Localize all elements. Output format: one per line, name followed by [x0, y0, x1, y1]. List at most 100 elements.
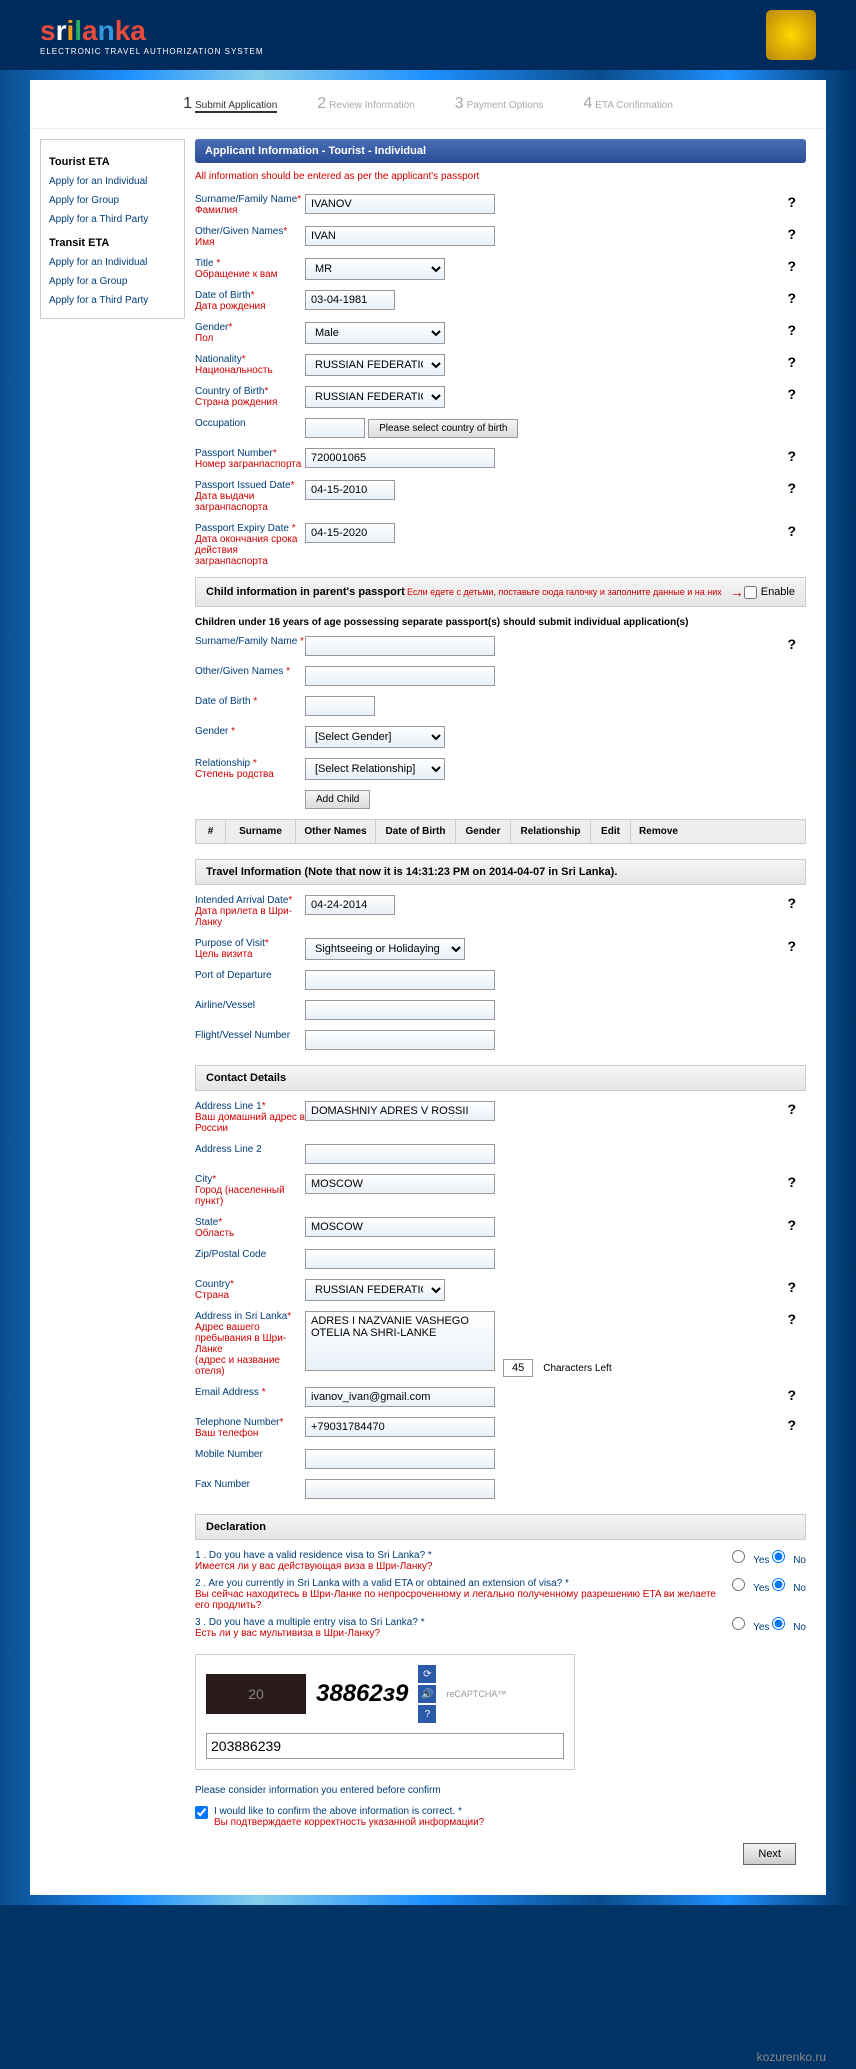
nationality-select[interactable]: RUSSIAN FEDERATION (F	[305, 354, 445, 376]
help-icon[interactable]: ?	[787, 1387, 796, 1403]
captcha-audio-icon[interactable]: 🔊	[418, 1685, 436, 1703]
help-icon[interactable]: ?	[787, 895, 796, 911]
help-icon[interactable]: ?	[787, 448, 796, 464]
captcha-brand: reCAPTCHA™	[446, 1689, 506, 1699]
enable-checkbox[interactable]	[744, 586, 757, 599]
contact-header: Contact Details	[195, 1065, 806, 1091]
confirm-note: Please consider information you entered …	[195, 1785, 806, 1796]
emblem-icon	[766, 10, 816, 60]
flight-input[interactable]	[305, 1030, 495, 1050]
expiry-input[interactable]	[305, 523, 395, 543]
q3-yes-radio[interactable]	[732, 1617, 745, 1630]
fax-input[interactable]	[305, 1479, 495, 1499]
step-1: 1Submit Application	[183, 95, 277, 113]
decl-q1: 1 . Do you have a valid residence visa t…	[195, 1550, 806, 1572]
child-dob-input[interactable]	[305, 696, 375, 716]
sidebar-link[interactable]: Apply for a Group	[49, 272, 176, 291]
confirm-checkbox[interactable]	[195, 1806, 208, 1819]
help-icon[interactable]: ?	[787, 258, 796, 274]
captcha-text: 38862з9	[316, 1680, 408, 1708]
help-icon[interactable]: ?	[787, 194, 796, 210]
child-given-input[interactable]	[305, 666, 495, 686]
dob-input[interactable]	[305, 290, 395, 310]
help-icon[interactable]: ?	[787, 1311, 796, 1327]
sidebar-heading-transit: Transit ETA	[49, 237, 176, 249]
airline-input[interactable]	[305, 1000, 495, 1020]
travel-header: Travel Information (Note that now it is …	[195, 859, 806, 885]
section-header: Applicant Information - Tourist - Indivi…	[195, 139, 806, 163]
help-icon[interactable]: ?	[787, 1174, 796, 1190]
sidebar-link[interactable]: Apply for a Third Party	[49, 210, 176, 229]
q1-yes-radio[interactable]	[732, 1550, 745, 1563]
phone-input[interactable]	[305, 1417, 495, 1437]
given-input[interactable]	[305, 226, 495, 246]
decl-q3: 3 . Do you have a multiple entry visa to…	[195, 1617, 806, 1639]
captcha-help-icon[interactable]: ?	[418, 1705, 436, 1723]
state-input[interactable]	[305, 1217, 495, 1237]
help-icon[interactable]: ?	[787, 290, 796, 306]
arrival-input[interactable]	[305, 895, 395, 915]
zip-input[interactable]	[305, 1249, 495, 1269]
addr1-input[interactable]	[305, 1101, 495, 1121]
occupation-input[interactable]	[305, 418, 365, 438]
city-input[interactable]	[305, 1174, 495, 1194]
child-rel-select[interactable]: [Select Relationship]	[305, 758, 445, 780]
title-select[interactable]: MR	[305, 258, 445, 280]
sidebar-link[interactable]: Apply for a Third Party	[49, 291, 176, 310]
help-icon[interactable]: ?	[787, 523, 796, 539]
addr2-input[interactable]	[305, 1144, 495, 1164]
help-icon[interactable]: ?	[787, 226, 796, 242]
decl-q2: 2 . Are you currently in Sri Lanka with …	[195, 1578, 806, 1611]
sladdr-textarea[interactable]: ADRES I NAZVANIE VASHEGO OTELIA NA SHRI-…	[305, 1311, 495, 1371]
select-country-button[interactable]: Please select country of birth	[368, 419, 518, 438]
gender-select[interactable]: Male	[305, 322, 445, 344]
passport-notice: All information should be entered as per…	[195, 171, 806, 182]
help-icon[interactable]: ?	[787, 1279, 796, 1295]
port-input[interactable]	[305, 970, 495, 990]
help-icon[interactable]: ?	[787, 1101, 796, 1117]
purpose-select[interactable]: Sightseeing or Holidaying	[305, 938, 465, 960]
declaration-header: Declaration	[195, 1514, 806, 1540]
help-icon[interactable]: ?	[787, 938, 796, 954]
top-bar: srilanka ELECTRONIC TRAVEL AUTHORIZATION…	[0, 0, 856, 70]
captcha-refresh-icon[interactable]: ⟳	[418, 1665, 436, 1683]
email-input[interactable]	[305, 1387, 495, 1407]
surname-input[interactable]	[305, 194, 495, 214]
next-button[interactable]: Next	[743, 1843, 796, 1865]
q1-no-radio[interactable]	[772, 1550, 785, 1563]
help-icon[interactable]: ?	[787, 636, 796, 652]
progress-steps: 1Submit Application 2Review Information …	[30, 80, 826, 129]
passport-input[interactable]	[305, 448, 495, 468]
arrow-icon: →	[730, 584, 744, 600]
step-3: 3Payment Options	[455, 95, 544, 113]
site-logo: srilanka ELECTRONIC TRAVEL AUTHORIZATION…	[40, 15, 264, 56]
step-2: 2Review Information	[317, 95, 415, 113]
help-icon[interactable]: ?	[787, 1217, 796, 1233]
sidebar-heading-tourist: Tourist ETA	[49, 156, 176, 168]
sidebar-link[interactable]: Apply for an Individual	[49, 253, 176, 272]
child-note: Children under 16 years of age possessin…	[195, 617, 806, 628]
child-section-header: Child information in parent's passport Е…	[195, 577, 806, 607]
watermark: kozurenko.ru	[757, 2050, 826, 2064]
help-icon[interactable]: ?	[787, 480, 796, 496]
q2-yes-radio[interactable]	[732, 1578, 745, 1591]
child-table-header: # Surname Other Names Date of Birth Gend…	[195, 819, 806, 844]
country-select[interactable]: RUSSIAN FEDERATION (F	[305, 1279, 445, 1301]
cob-select[interactable]: RUSSIAN FEDERATION (F	[305, 386, 445, 408]
sidebar: Tourist ETA Apply for an Individual Appl…	[40, 139, 185, 319]
child-gender-select[interactable]: [Select Gender]	[305, 726, 445, 748]
captcha-input[interactable]	[206, 1733, 564, 1759]
q2-no-radio[interactable]	[772, 1578, 785, 1591]
add-child-button[interactable]: Add Child	[305, 790, 370, 809]
mobile-input[interactable]	[305, 1449, 495, 1469]
q3-no-radio[interactable]	[772, 1617, 785, 1630]
help-icon[interactable]: ?	[787, 354, 796, 370]
sidebar-link[interactable]: Apply for Group	[49, 191, 176, 210]
help-icon[interactable]: ?	[787, 1417, 796, 1433]
child-surname-input[interactable]	[305, 636, 495, 656]
sidebar-link[interactable]: Apply for an Individual	[49, 172, 176, 191]
issued-input[interactable]	[305, 480, 395, 500]
help-icon[interactable]: ?	[787, 386, 796, 402]
step-4: 4ETA Confirmation	[583, 95, 673, 113]
help-icon[interactable]: ?	[787, 322, 796, 338]
